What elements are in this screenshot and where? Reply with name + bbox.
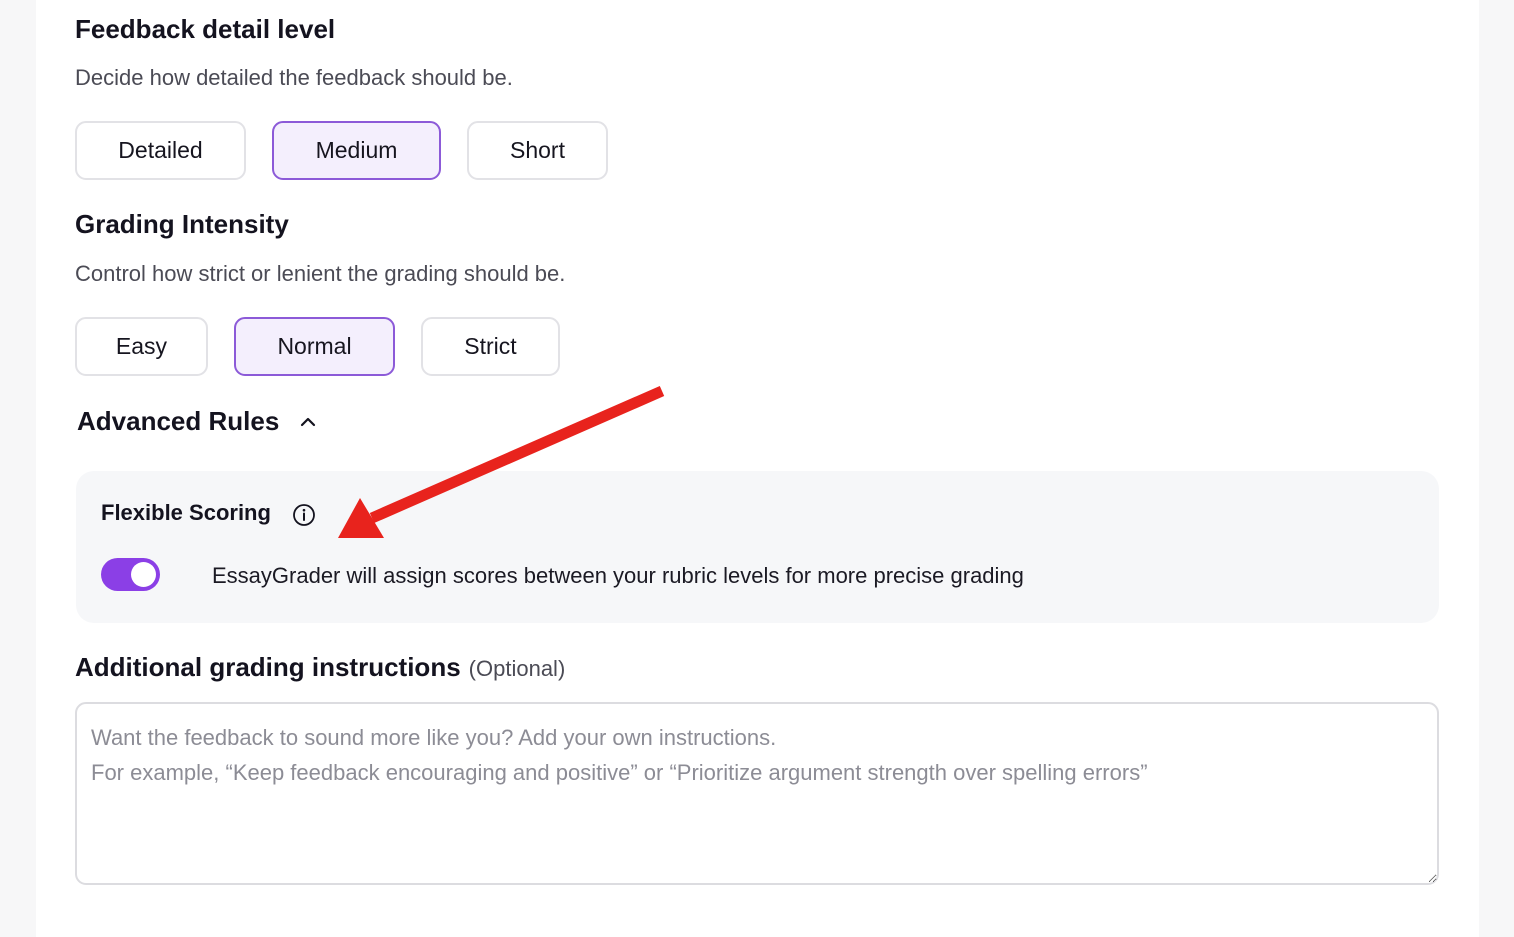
- grading-intensity-description: Control how strict or lenient the gradin…: [75, 261, 566, 286]
- flexible-scoring-description: EssayGrader will assign scores between y…: [212, 563, 1024, 588]
- grading-option-normal[interactable]: Normal: [234, 317, 395, 376]
- grading-option-strict[interactable]: Strict: [421, 317, 560, 376]
- flexible-scoring-title: Flexible Scoring: [101, 500, 271, 525]
- additional-instructions-title: Additional grading instructions: [75, 652, 461, 682]
- feedback-detail-description: Decide how detailed the feedback should …: [75, 65, 513, 90]
- grading-option-easy[interactable]: Easy: [75, 317, 208, 376]
- flexible-scoring-card: [76, 471, 1439, 623]
- chevron-up-icon: [299, 413, 317, 431]
- optional-label: (Optional): [468, 656, 566, 681]
- grading-intensity-title: Grading Intensity: [75, 209, 289, 239]
- info-icon[interactable]: [292, 503, 316, 527]
- flexible-scoring-switch[interactable]: [101, 558, 160, 591]
- feedback-detail-title: Feedback detail level: [75, 14, 336, 44]
- feedback-option-detailed[interactable]: Detailed: [75, 121, 246, 180]
- feedback-option-short[interactable]: Short: [467, 121, 608, 180]
- advanced-rules-title: Advanced Rules: [77, 406, 280, 436]
- additional-instructions-heading: Additional grading instructions (Optional…: [75, 652, 565, 683]
- advanced-rules-toggle[interactable]: Advanced Rules: [77, 406, 317, 437]
- feedback-option-medium[interactable]: Medium: [272, 121, 441, 180]
- switch-knob: [131, 562, 156, 587]
- additional-instructions-input[interactable]: [75, 702, 1439, 885]
